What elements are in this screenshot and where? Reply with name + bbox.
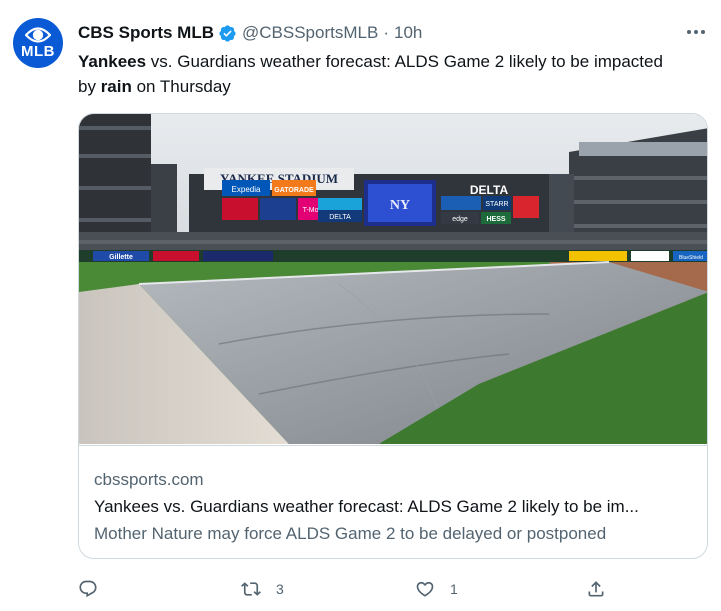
- author-name[interactable]: CBS Sports MLB: [78, 23, 214, 43]
- card-title[interactable]: Yankees vs. Guardians weather forecast: …: [94, 497, 694, 517]
- card-meta: cbssports.com Yankees vs. Guardians weat…: [79, 445, 707, 558]
- reply-button[interactable]: [78, 578, 112, 600]
- reply-icon: [79, 580, 97, 598]
- tweet-text-bold-yankees: Yankees: [78, 52, 147, 71]
- starr-ad-text: STARR: [485, 201, 508, 208]
- tweet-text: Yankees vs. Guardians weather forecast: …: [78, 49, 678, 99]
- svg-text:NY: NY: [390, 198, 410, 213]
- expedia-ad-text: Expedia: [232, 185, 261, 194]
- more-options-icon[interactable]: [685, 24, 707, 40]
- gillette-ad-text: Gillette: [109, 254, 133, 261]
- author-handle[interactable]: @CBSSportsMLB: [242, 23, 378, 43]
- retweet-count: 3: [276, 581, 284, 597]
- tweet-header: CBS Sports MLB @CBSSportsMLB · 10h: [78, 22, 422, 44]
- tweet-actions: 3 1: [78, 578, 638, 600]
- delta-small-ad-text: DELTA: [329, 214, 351, 221]
- card-image-stadium[interactable]: YANKEE STADIUM NY DELTA Expedia GATORADE…: [79, 114, 708, 444]
- heart-icon: [416, 581, 434, 597]
- edge-ad-text: edge: [452, 216, 468, 223]
- card-description: Mother Nature may force ALDS Game 2 to b…: [94, 524, 607, 543]
- share-button[interactable]: [586, 578, 606, 600]
- avatar-label: MLB: [21, 43, 55, 60]
- like-button[interactable]: 1: [414, 578, 458, 600]
- verified-badge-icon: [218, 24, 237, 43]
- card-domain: cbssports.com: [94, 470, 204, 489]
- delta-sign-text: DELTA: [470, 183, 509, 197]
- retweet-button[interactable]: 3: [240, 578, 284, 600]
- tweet-text-part: on Thursday: [131, 77, 231, 96]
- avatar[interactable]: MLB: [13, 18, 63, 68]
- hess-ad-text: HESS: [486, 216, 505, 223]
- separator-dot: ·: [383, 23, 389, 42]
- tweet-timestamp[interactable]: 10h: [394, 23, 422, 43]
- gatorade-ad-text: GATORADE: [274, 187, 314, 194]
- like-count: 1: [450, 581, 458, 597]
- retweet-icon: [241, 582, 261, 596]
- share-icon: [588, 581, 604, 597]
- blueshield-ad-text: BlueShield: [679, 255, 703, 261]
- tweet-text-bold-rain: rain: [100, 77, 132, 96]
- link-card[interactable]: YANKEE STADIUM NY DELTA Expedia GATORADE…: [78, 113, 708, 559]
- cbs-eye-icon: [25, 27, 51, 43]
